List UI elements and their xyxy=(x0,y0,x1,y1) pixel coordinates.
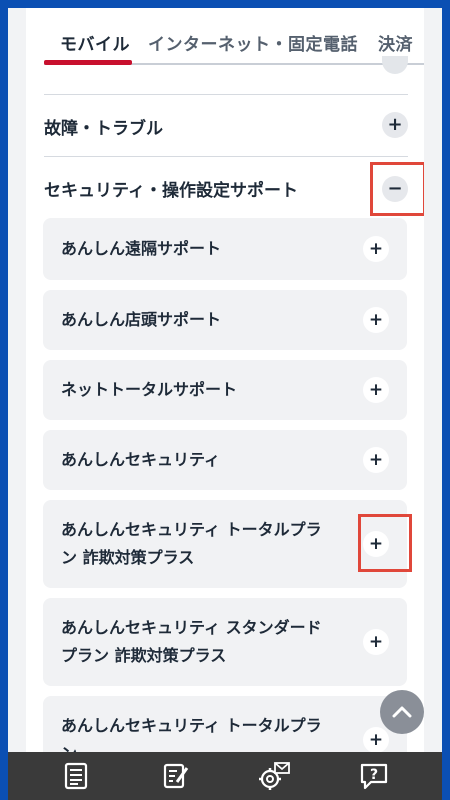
settings-mail-icon[interactable] xyxy=(258,760,290,792)
chevron-up-icon xyxy=(392,706,412,718)
plus-icon[interactable]: + xyxy=(363,377,389,403)
item-label-line2: プラン 詐欺対策プラス xyxy=(61,646,227,665)
tab-bar: モバイル インターネット・固定電話 決済 xyxy=(26,8,424,70)
tab-payment[interactable]: 決済 xyxy=(378,30,413,55)
divider xyxy=(44,156,408,157)
list-item-anshin-security[interactable]: あんしんセキュリティ + xyxy=(43,430,407,490)
tab-mobile[interactable]: モバイル xyxy=(60,30,130,55)
plus-icon[interactable]: + xyxy=(363,236,389,262)
scroll-top-button[interactable] xyxy=(380,690,424,734)
list-item-remote-support[interactable]: あんしん遠隔サポート + xyxy=(43,218,407,280)
divider xyxy=(44,94,408,95)
help-chat-icon[interactable]: ? xyxy=(358,760,390,792)
category-security[interactable]: セキュリティ・操作設定サポート − xyxy=(44,174,408,202)
plus-icon[interactable]: + xyxy=(363,629,389,655)
form-edit-icon[interactable] xyxy=(160,760,192,792)
item-label: あんしん店頭サポート xyxy=(61,310,222,329)
plus-icon[interactable]: + xyxy=(363,727,389,753)
item-label: あんしんセキュリティ xyxy=(61,450,221,469)
bottom-nav-bar: ? xyxy=(8,752,442,800)
plus-icon[interactable]: + xyxy=(363,307,389,333)
plus-icon[interactable]: + xyxy=(363,447,389,473)
item-label-line1: あんしんセキュリティ スタンダード xyxy=(61,618,322,637)
item-label-line1: あんしんセキュリティ トータルプラ xyxy=(61,520,322,539)
list-item-store-support[interactable]: あんしん店頭サポート + xyxy=(43,290,407,350)
app-frame: モバイル インターネット・固定電話 決済 故障・トラブル + セキュリティ・操作… xyxy=(8,8,442,800)
category-trouble-label: 故障・トラブル xyxy=(44,119,163,139)
highlight-box xyxy=(358,514,412,572)
category-security-label: セキュリティ・操作設定サポート xyxy=(44,181,298,201)
list-item-net-total-support[interactable]: ネットトータルサポート + xyxy=(43,360,407,420)
svg-text:?: ? xyxy=(370,767,378,783)
item-label: あんしん遠隔サポート xyxy=(61,239,222,258)
plus-icon[interactable]: + xyxy=(382,112,408,138)
item-label: ネットトータルサポート xyxy=(61,380,238,399)
highlight-box xyxy=(370,162,424,216)
list-item-security-standard-plan[interactable]: あんしんセキュリティ スタンダード プラン 詐欺対策プラス + xyxy=(43,598,407,686)
document-icon[interactable] xyxy=(60,760,92,792)
category-trouble[interactable]: 故障・トラブル + xyxy=(44,112,408,140)
collapsed-toggle-icon[interactable] xyxy=(382,56,408,74)
item-label-line2: ン 詐欺対策プラス xyxy=(61,548,195,567)
item-label-line1: あんしんセキュリティ トータルプラ xyxy=(61,716,322,735)
list-item-security-total-plan[interactable]: あんしんセキュリティ トータルプラ ン 詐欺対策プラス + xyxy=(43,500,407,588)
tab-active-indicator xyxy=(44,60,132,65)
main-content: モバイル インターネット・固定電話 決済 故障・トラブル + セキュリティ・操作… xyxy=(26,8,424,800)
tab-internet-landline[interactable]: インターネット・固定電話 xyxy=(148,30,358,55)
